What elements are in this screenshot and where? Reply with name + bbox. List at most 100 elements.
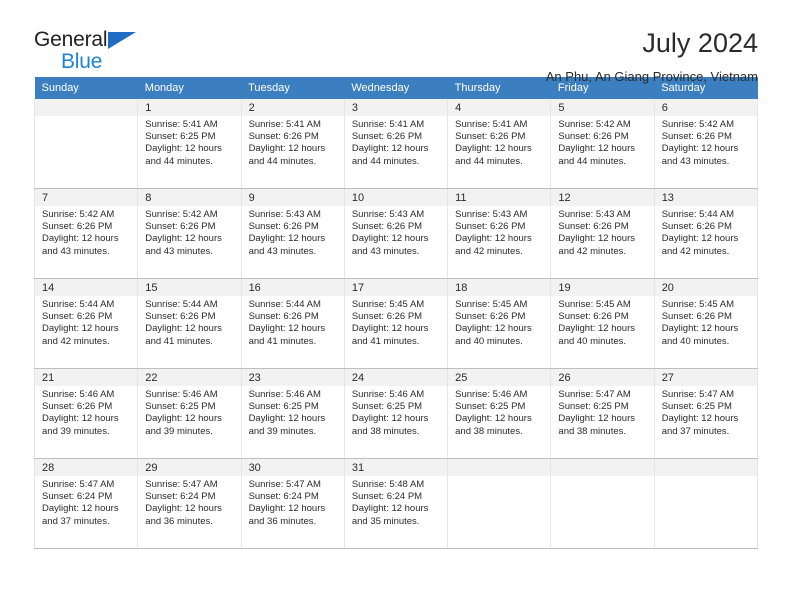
day-number: 4: [448, 99, 551, 116]
day-number: 7: [35, 189, 138, 206]
day-details: Sunrise: 5:45 AM Sunset: 6:26 PM Daylight:…: [551, 296, 653, 348]
sunset-text: Sunset: 6:26 PM: [661, 131, 732, 143]
calendar-week-row: 28 Sunrise: 5:47 AM Sunset: 6:24 PM Dayligh…: [33, 458, 759, 549]
day-number: 2: [241, 99, 344, 116]
daylight-text: Daylight: 12 hours and 39 minutes.: [42, 413, 119, 437]
day-details: Sunrise: 5:45 AM Sunset: 6:26 PM Daylight:…: [448, 296, 550, 348]
day-details: Sunrise: 5:41 AM Sunset: 6:26 PM Daylight:…: [242, 116, 344, 168]
day-details: Sunrise: 5:43 AM Sunset: 6:26 PM Daylight:…: [551, 206, 653, 258]
day-details: Sunrise: 5:42 AM Sunset: 6:26 PM Daylight:…: [35, 206, 137, 258]
calendar-day-cell[interactable]: 17 Sunrise: 5:45 AM Sunset: 6:26 PM Dayligh…: [343, 278, 449, 369]
day-number: 23: [241, 369, 344, 386]
daylight-text: Daylight: 12 hours and 41 minutes.: [145, 323, 222, 347]
calendar-day-cell[interactable]: 6 Sunrise: 5:42 AM Sunset: 6:26 PM Daylight…: [653, 99, 759, 189]
day-number: 20: [654, 279, 757, 296]
calendar-empty-cell: [653, 458, 759, 549]
day-details: Sunrise: 5:44 AM Sunset: 6:26 PM Daylight:…: [242, 296, 344, 348]
sunset-text: Sunset: 6:26 PM: [558, 131, 629, 143]
day-details: Sunrise: 5:47 AM Sunset: 6:25 PM Daylight:…: [655, 386, 757, 438]
calendar-day-cell[interactable]: 5 Sunrise: 5:42 AM Sunset: 6:26 PM Daylight…: [550, 99, 655, 189]
day-details: Sunrise: 5:47 AM Sunset: 6:24 PM Daylight:…: [35, 476, 137, 528]
daylight-text: Daylight: 12 hours and 44 minutes.: [558, 143, 635, 167]
day-details: Sunrise: 5:44 AM Sunset: 6:26 PM Daylight:…: [655, 206, 757, 258]
sunset-text: Sunset: 6:26 PM: [661, 221, 732, 233]
sunrise-text: Sunrise: 5:41 AM: [248, 119, 321, 130]
page-header: General Blue July 2024 An Phu, An Giang …: [34, 0, 758, 84]
calendar-week-row: 14 Sunrise: 5:44 AM Sunset: 6:26 PM Dayligh…: [33, 278, 759, 369]
day-details: Sunrise: 5:46 AM Sunset: 6:26 PM Daylight:…: [35, 386, 137, 438]
sunrise-text: Sunrise: 5:48 AM: [351, 479, 425, 490]
calendar-empty-cell: [33, 99, 139, 189]
calendar-day-cell[interactable]: 13 Sunrise: 5:44 AM Sunset: 6:26 PM Dayligh…: [653, 188, 759, 279]
daylight-text: Daylight: 12 hours and 43 minutes.: [145, 233, 222, 257]
calendar-day-cell[interactable]: 27 Sunrise: 5:47 AM Sunset: 6:25 PM Dayligh…: [653, 368, 759, 459]
day-number: 1: [138, 99, 241, 116]
sunrise-text: Sunrise: 5:46 AM: [145, 389, 218, 400]
day-number: 10: [344, 189, 448, 206]
daylight-text: Daylight: 12 hours and 42 minutes.: [455, 233, 532, 257]
sunrise-text: Sunrise: 5:46 AM: [455, 389, 528, 400]
daylight-text: Daylight: 12 hours and 38 minutes.: [558, 413, 635, 437]
day-number: 30: [241, 459, 344, 476]
day-details: Sunrise: 5:48 AM Sunset: 6:24 PM Daylight:…: [345, 476, 447, 528]
sunrise-text: Sunrise: 5:46 AM: [42, 389, 115, 400]
daylight-text: Daylight: 12 hours and 39 minutes.: [248, 413, 326, 437]
calendar-day-cell[interactable]: 11 Sunrise: 5:43 AM Sunset: 6:26 PM Dayligh…: [447, 188, 552, 279]
calendar-day-cell[interactable]: 14 Sunrise: 5:44 AM Sunset: 6:26 PM Dayligh…: [33, 278, 139, 369]
day-number: 8: [138, 189, 241, 206]
day-number: 19: [551, 279, 654, 296]
sunrise-text: Sunrise: 5:45 AM: [558, 299, 631, 310]
sunset-text: Sunset: 6:26 PM: [145, 311, 216, 323]
day-details: Sunrise: 5:42 AM Sunset: 6:26 PM Daylight:…: [551, 116, 653, 168]
day-details: Sunrise: 5:41 AM Sunset: 6:26 PM Daylight:…: [448, 116, 550, 168]
sunrise-text: Sunrise: 5:42 AM: [661, 119, 735, 130]
general-blue-logo[interactable]: General Blue: [34, 27, 146, 73]
calendar-day-cell[interactable]: 18 Sunrise: 5:45 AM Sunset: 6:26 PM Dayligh…: [447, 278, 552, 369]
calendar-day-cell[interactable]: 3 Sunrise: 5:41 AM Sunset: 6:26 PM Daylight…: [343, 99, 449, 189]
calendar-day-cell[interactable]: 8 Sunrise: 5:42 AM Sunset: 6:26 PM Daylight…: [137, 188, 242, 279]
sunrise-text: Sunrise: 5:43 AM: [558, 209, 631, 220]
calendar-day-cell[interactable]: 9 Sunrise: 5:43 AM Sunset: 6:26 PM Daylight…: [240, 188, 345, 279]
sunset-text: Sunset: 6:26 PM: [558, 311, 629, 323]
calendar-day-cell[interactable]: 2 Sunrise: 5:41 AM Sunset: 6:26 PM Daylight…: [240, 99, 345, 189]
calendar-day-cell[interactable]: 10 Sunrise: 5:43 AM Sunset: 6:26 PM Dayligh…: [343, 188, 449, 279]
day-details: Sunrise: 5:45 AM Sunset: 6:26 PM Daylight:…: [655, 296, 757, 348]
calendar-week-row: 21 Sunrise: 5:46 AM Sunset: 6:26 PM Dayligh…: [33, 368, 759, 459]
calendar-day-cell[interactable]: 31 Sunrise: 5:48 AM Sunset: 6:24 PM Dayligh…: [343, 458, 449, 549]
calendar-day-cell[interactable]: 30 Sunrise: 5:47 AM Sunset: 6:24 PM Dayligh…: [240, 458, 345, 549]
daylight-text: Daylight: 12 hours and 38 minutes.: [351, 413, 429, 437]
sunset-text: Sunset: 6:25 PM: [455, 401, 526, 413]
calendar-day-cell[interactable]: 16 Sunrise: 5:44 AM Sunset: 6:26 PM Dayligh…: [240, 278, 345, 369]
calendar-day-cell[interactable]: 4 Sunrise: 5:41 AM Sunset: 6:26 PM Daylight…: [447, 99, 552, 189]
calendar-day-cell[interactable]: 29 Sunrise: 5:47 AM Sunset: 6:24 PM Dayligh…: [137, 458, 242, 549]
calendar-day-cell[interactable]: 21 Sunrise: 5:46 AM Sunset: 6:26 PM Dayligh…: [33, 368, 139, 459]
calendar-day-cell[interactable]: 19 Sunrise: 5:45 AM Sunset: 6:26 PM Dayligh…: [550, 278, 655, 369]
calendar-day-cell[interactable]: 25 Sunrise: 5:46 AM Sunset: 6:25 PM Dayligh…: [447, 368, 552, 459]
daylight-text: Daylight: 12 hours and 37 minutes.: [661, 413, 739, 437]
calendar-day-cell[interactable]: 22 Sunrise: 5:46 AM Sunset: 6:25 PM Dayligh…: [137, 368, 242, 459]
calendar-empty-cell: [447, 458, 552, 549]
calendar-day-cell[interactable]: 24 Sunrise: 5:46 AM Sunset: 6:25 PM Dayligh…: [343, 368, 449, 459]
daylight-text: Daylight: 12 hours and 43 minutes.: [248, 233, 326, 257]
calendar-day-cell[interactable]: 26 Sunrise: 5:47 AM Sunset: 6:25 PM Dayligh…: [550, 368, 655, 459]
calendar-day-cell[interactable]: 1 Sunrise: 5:41 AM Sunset: 6:25 PM Daylight…: [137, 99, 242, 189]
calendar-day-cell[interactable]: 28 Sunrise: 5:47 AM Sunset: 6:24 PM Dayligh…: [33, 458, 139, 549]
day-number: [35, 99, 138, 116]
sunset-text: Sunset: 6:24 PM: [248, 491, 319, 503]
daylight-text: Daylight: 12 hours and 40 minutes.: [455, 323, 532, 347]
day-number: 9: [241, 189, 344, 206]
calendar-day-cell[interactable]: 7 Sunrise: 5:42 AM Sunset: 6:26 PM Daylight…: [33, 188, 139, 279]
sunrise-text: Sunrise: 5:46 AM: [351, 389, 425, 400]
sunset-text: Sunset: 6:26 PM: [145, 221, 216, 233]
calendar-day-cell[interactable]: 20 Sunrise: 5:45 AM Sunset: 6:26 PM Dayligh…: [653, 278, 759, 369]
calendar-week-row: 7 Sunrise: 5:42 AM Sunset: 6:26 PM Daylight…: [33, 188, 759, 279]
calendar-day-cell[interactable]: 23 Sunrise: 5:46 AM Sunset: 6:25 PM Dayligh…: [240, 368, 345, 459]
calendar-day-cell[interactable]: 15 Sunrise: 5:44 AM Sunset: 6:26 PM Dayligh…: [137, 278, 242, 369]
sunrise-text: Sunrise: 5:47 AM: [42, 479, 115, 490]
day-number: 21: [35, 369, 138, 386]
sunset-text: Sunset: 6:26 PM: [248, 221, 319, 233]
sunrise-text: Sunrise: 5:42 AM: [558, 119, 631, 130]
calendar-day-cell[interactable]: 12 Sunrise: 5:43 AM Sunset: 6:26 PM Dayligh…: [550, 188, 655, 279]
weekday-header-wednesday: Wednesday: [344, 77, 448, 99]
daylight-text: Daylight: 12 hours and 43 minutes.: [661, 143, 739, 167]
